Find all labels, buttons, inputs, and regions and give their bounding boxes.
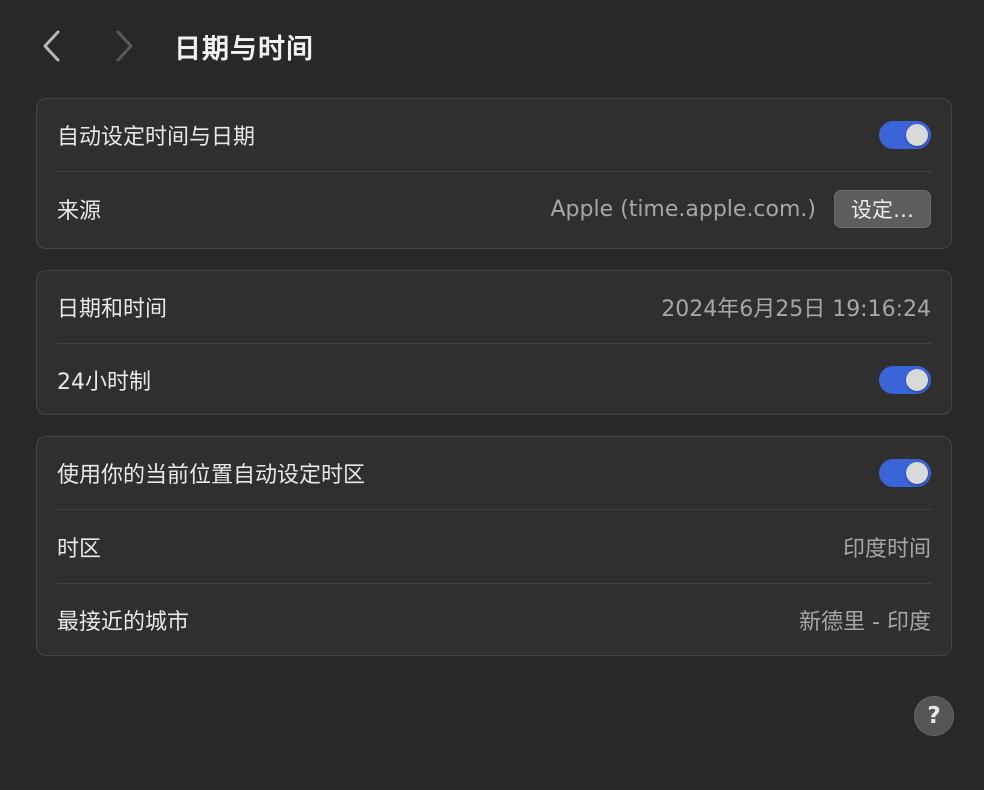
closest-city-value: 新德里 - 印度: [799, 610, 931, 635]
closest-city-row: 最接近的城市 新德里 - 印度: [57, 584, 931, 656]
toggle-knob: [906, 462, 928, 484]
time-source-controls: Apple (time.apple.com.) 设定…: [550, 190, 931, 228]
auto-time-zone-row: 使用你的当前位置自动设定时区: [57, 437, 931, 509]
time-sync-card: 自动设定时间与日期 来源 Apple (time.apple.com.) 设定…: [36, 98, 952, 249]
chevron-left-icon: [43, 30, 60, 62]
date-time-row: 日期和时间 2024年6月25日 19:16:24: [57, 271, 931, 343]
closest-city-label: 最接近的城市: [57, 610, 190, 635]
forward-button[interactable]: [106, 26, 142, 66]
chevron-right-icon: [116, 30, 133, 62]
time-zone-value: 印度时间: [842, 537, 931, 562]
time-source-row: 来源 Apple (time.apple.com.) 设定…: [57, 173, 931, 245]
hour24-row: 24小时制: [57, 344, 931, 416]
row-divider: [57, 509, 931, 510]
auto-set-time-toggle[interactable]: [879, 121, 931, 149]
time-source-settings-button[interactable]: 设定…: [834, 190, 931, 228]
header-bar: 日期与时间: [0, 0, 984, 90]
date-time-label: 日期和时间: [57, 297, 168, 322]
auto-set-time-row: 自动设定时间与日期: [57, 99, 931, 171]
row-divider: [57, 171, 931, 172]
date-time-value[interactable]: 2024年6月25日 19:16:24: [661, 291, 931, 323]
date-time-card: 日期和时间 2024年6月25日 19:16:24 24小时制: [36, 270, 952, 415]
auto-time-zone-toggle[interactable]: [879, 459, 931, 487]
auto-set-time-label: 自动设定时间与日期: [57, 125, 256, 150]
time-source-value: Apple (time.apple.com.): [550, 196, 816, 222]
hour24-toggle[interactable]: [879, 366, 931, 394]
help-button[interactable]: ?: [914, 696, 954, 736]
auto-time-zone-label: 使用你的当前位置自动设定时区: [57, 463, 366, 488]
hour24-label: 24小时制: [57, 370, 151, 395]
page-title: 日期与时间: [174, 34, 314, 65]
time-source-label: 来源: [57, 199, 102, 224]
time-zone-label: 时区: [57, 537, 102, 562]
toggle-knob: [906, 369, 928, 391]
back-button[interactable]: [34, 26, 70, 66]
time-zone-card: 使用你的当前位置自动设定时区 时区 印度时间 最接近的城市 新德里 - 印度: [36, 436, 952, 656]
time-zone-row: 时区 印度时间: [57, 511, 931, 583]
toggle-knob: [906, 124, 928, 146]
